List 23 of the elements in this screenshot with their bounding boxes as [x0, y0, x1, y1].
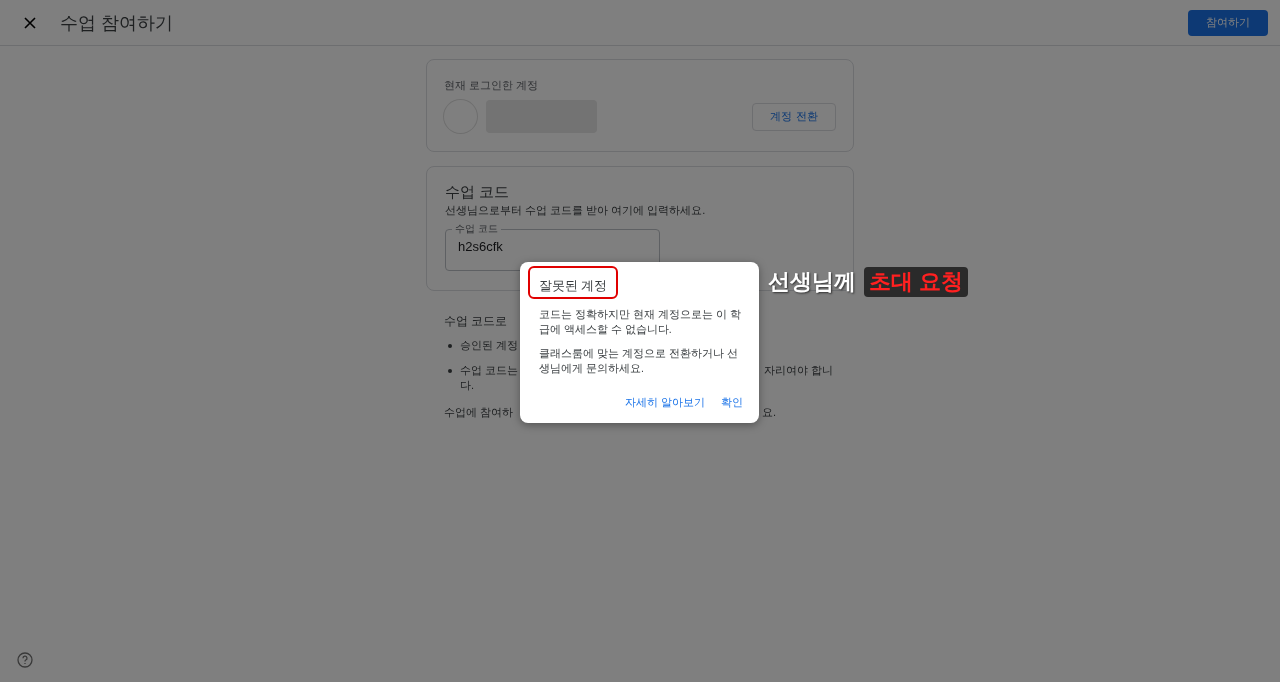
dialog-action-button[interactable]: 자세히 알아보기: [622, 395, 707, 410]
dialog-action-button[interactable]: 확인: [719, 395, 745, 410]
card-heading: 수업 코드: [445, 183, 511, 202]
info-text: 다.: [460, 378, 475, 393]
annotation-highlight-text: 초대 요청: [864, 267, 969, 297]
info-text: 수업에 참여하: [444, 405, 514, 420]
info-heading: 수업 코드로: [444, 313, 508, 330]
annotation-text: 선생님께: [768, 268, 856, 296]
info-text: 요.: [762, 405, 777, 420]
dialog-message: 코드는 정확하지만 현재 계정으로는 이 학급에 액세스할 수 없습니다.: [539, 307, 742, 337]
card-description: 선생님으로부터 수업 코드를 받아 여기에 입력하세요.: [445, 203, 707, 218]
close-icon[interactable]: [24, 16, 36, 29]
page-title: 수업 참여하기: [60, 11, 174, 35]
dialog-title: 잘못된 계정: [539, 278, 608, 295]
switch-account-button[interactable]: 계정 전환: [752, 102, 836, 131]
info-text: 수업 코드는: [460, 363, 519, 378]
join-button[interactable]: 참여하기: [1188, 9, 1268, 36]
info-text: 승인된 계정: [460, 338, 519, 353]
dialog-message: 클래스룸에 맞는 계정으로 전환하거나 선생님에게 문의하세요.: [539, 346, 739, 376]
info-text: 자리여야 합니: [764, 363, 834, 378]
card-heading: 현재 로그인한 계정: [444, 78, 540, 93]
bullet-icon: [448, 344, 452, 348]
bullet-icon: [448, 369, 452, 373]
